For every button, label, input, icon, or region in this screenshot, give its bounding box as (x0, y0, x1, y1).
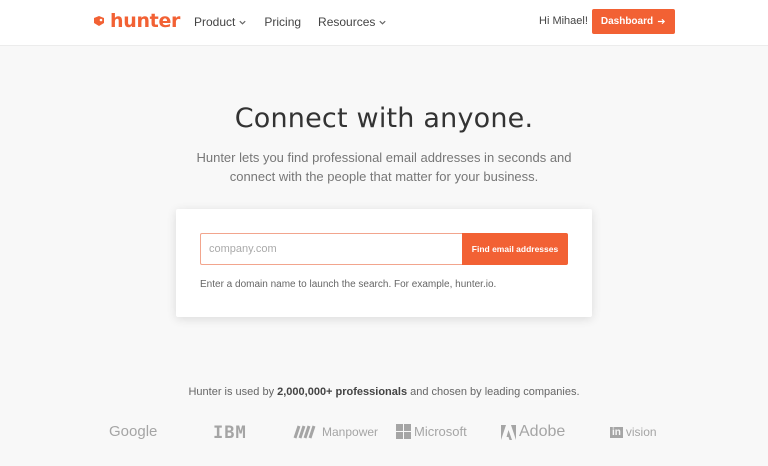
microsoft-logo-text: Microsoft (414, 424, 467, 439)
adobe-mark-icon (501, 424, 516, 440)
domain-search-input[interactable] (200, 233, 462, 265)
google-logo-text: Google (109, 423, 158, 440)
nav-resources-label: Resources (318, 15, 376, 29)
google-logo: Google (109, 423, 157, 440)
nav-pricing-label: Pricing (264, 15, 302, 29)
nav-product[interactable]: Product (194, 15, 247, 29)
invision-logo: in vision (610, 425, 657, 439)
ibm-logo: IBM (213, 423, 247, 443)
nav-resources[interactable]: Resources (318, 15, 387, 29)
search-hint: Enter a domain name to launch the search… (200, 279, 497, 290)
proof-highlight: 2,000,000+ professionals (277, 386, 408, 398)
arrow-right-icon (658, 18, 666, 25)
customer-logos: Google IBM Manpower Microsoft Adobe in vi… (0, 420, 768, 446)
manpower-mark-icon (293, 425, 316, 439)
find-email-addresses-button[interactable]: Find email addresses (462, 233, 568, 265)
manpower-logo: Manpower (293, 425, 378, 439)
invision-logo-text: vision (625, 425, 657, 439)
invision-logo-box: in (610, 426, 623, 438)
microsoft-logo: Microsoft (396, 424, 467, 439)
search-card: Find email addresses Enter a domain name… (176, 209, 592, 317)
manpower-logo-text: Manpower (322, 425, 379, 439)
logo[interactable]: hunter (92, 10, 180, 32)
chevron-down-icon (379, 20, 387, 25)
adobe-logo-text: Adobe (519, 423, 566, 440)
hero-subtitle: Hunter lets you find professional email … (196, 150, 572, 184)
chevron-down-icon (239, 20, 246, 25)
nav-product-label: Product (194, 15, 236, 29)
adobe-logo: Adobe (501, 423, 565, 441)
nav-pricing[interactable]: Pricing (264, 15, 301, 29)
main-nav: Product Pricing Resources (194, 14, 404, 30)
top-navbar: hunter Product Pricing Resources Hi Miha… (0, 0, 768, 46)
dashboard-button-label: Dashboard (600, 16, 654, 27)
ibm-logo-text: IBM (213, 423, 247, 443)
hero-title: Connect with anyone. (234, 103, 534, 134)
dashboard-button[interactable]: Dashboard (592, 9, 675, 34)
microsoft-mark-icon (396, 424, 411, 439)
hunter-logo-icon (94, 16, 104, 26)
social-proof: Hunter is used by 2,000,000+ professiona… (0, 386, 768, 398)
logo-text: hunter (110, 10, 181, 32)
proof-prefix: Hunter is used by (188, 386, 278, 398)
proof-suffix: and chosen by leading companies. (407, 386, 580, 398)
user-greeting: Hi Mihael! (539, 15, 588, 27)
